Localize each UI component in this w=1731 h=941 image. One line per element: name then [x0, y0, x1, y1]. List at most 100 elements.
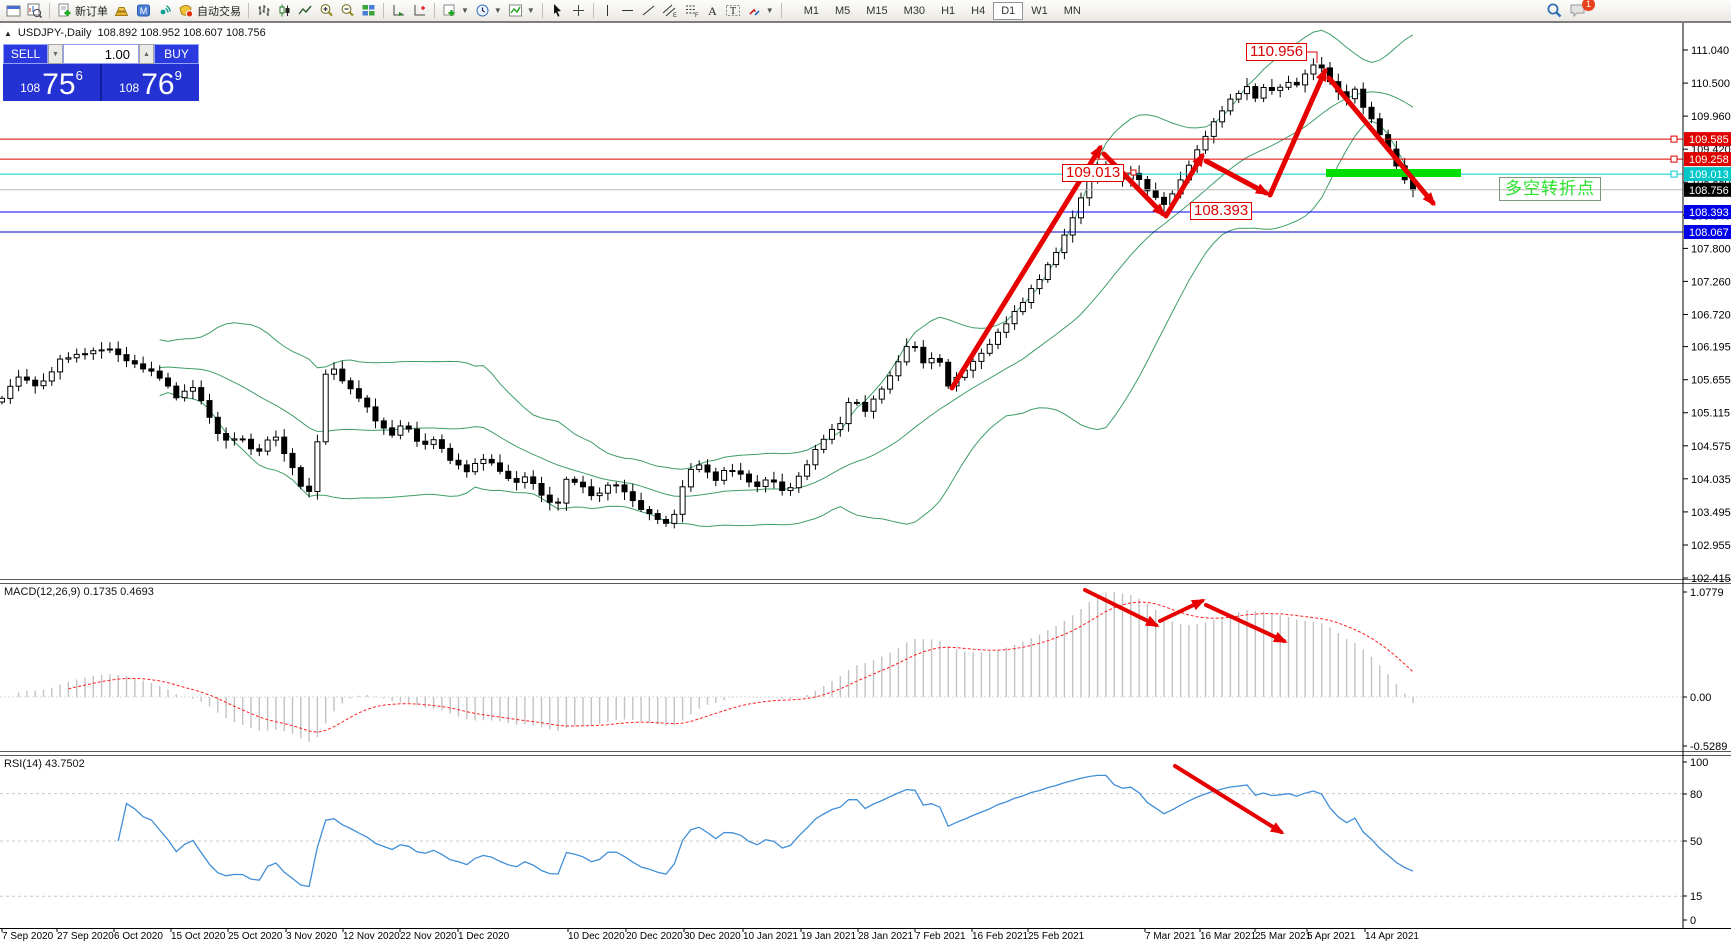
svg-text:22 Nov 2020: 22 Nov 2020 [400, 931, 457, 941]
svg-text:108.067: 108.067 [1689, 227, 1729, 239]
text-label-tool[interactable]: T [722, 1, 744, 20]
new-order-label: 新订单 [75, 5, 108, 18]
period-button[interactable]: ▼ [472, 1, 505, 20]
svg-text:1 Dec 2020: 1 Dec 2020 [458, 931, 510, 941]
trendline-tool[interactable] [638, 1, 659, 20]
chart-title: ▲ USDJPY-,Daily 108.892 108.952 108.607 … [4, 27, 266, 39]
zoom-in-icon[interactable] [316, 1, 337, 20]
svg-text:110.500: 110.500 [1691, 78, 1730, 90]
volume-down-button[interactable]: ▼ [48, 44, 63, 64]
bollinger-mid [159, 91, 1414, 497]
gold-icon[interactable] [111, 1, 133, 20]
chart-canvas[interactable]: 111.040110.500109.960109.420108.880108.3… [0, 0, 1731, 941]
timeframe-W1[interactable]: W1 [1023, 2, 1056, 20]
svg-text:27 Sep 2020: 27 Sep 2020 [57, 931, 114, 941]
annotation-price-label[interactable]: 108.393 [1190, 202, 1253, 220]
separator [49, 3, 50, 18]
svg-text:-0.5289: -0.5289 [1690, 741, 1727, 753]
timeframe-toolbar: M1 M5 M15 M30 H1 H4 D1 W1 MN [796, 1, 1089, 20]
horizontal-line-tool[interactable] [617, 1, 638, 20]
timeframe-MN[interactable]: MN [1056, 2, 1089, 20]
chevron-down-icon: ▼ [461, 6, 469, 15]
svg-text:15 Oct 2020: 15 Oct 2020 [171, 931, 226, 941]
timeframe-M5[interactable]: M5 [827, 2, 858, 20]
channel-tool[interactable]: E [659, 1, 681, 20]
svg-text:20 Dec 2020: 20 Dec 2020 [626, 931, 683, 941]
zoom-out-icon[interactable] [337, 1, 358, 20]
trend-arrow[interactable] [1326, 75, 1436, 207]
vertical-line-tool[interactable] [598, 1, 617, 20]
timeframe-M15[interactable]: M15 [858, 2, 895, 20]
new-order-button[interactable]: 新订单 [54, 1, 111, 20]
green-highlight-bar[interactable] [1326, 169, 1461, 177]
separator [383, 3, 384, 18]
timeframe-H4[interactable]: H4 [963, 2, 993, 20]
new-chart-button[interactable]: ▼ [439, 1, 472, 20]
chart-preview-icon[interactable] [24, 1, 45, 20]
line-handle[interactable] [1670, 170, 1678, 178]
tile-windows-icon[interactable] [358, 1, 379, 20]
svg-text:50: 50 [1690, 836, 1702, 848]
text-tool[interactable]: A [703, 1, 722, 20]
notifications-icon[interactable]: 1 [1569, 0, 1595, 19]
bollinger-lo [159, 120, 1414, 528]
svg-text:E: E [673, 13, 677, 18]
svg-text:25 Mar 2021: 25 Mar 2021 [1255, 931, 1312, 941]
collapse-icon[interactable]: ▲ [4, 29, 12, 38]
turning-point-label[interactable]: 多空转折点 [1499, 177, 1601, 201]
svg-text:M: M [140, 6, 148, 16]
bar-chart-icon[interactable] [253, 1, 274, 20]
window-icon[interactable] [3, 1, 24, 20]
sell-button[interactable]: SELL [3, 44, 48, 64]
buy-price[interactable]: 108 76 9 [102, 64, 199, 101]
separator [434, 3, 435, 18]
search-icon[interactable] [1546, 2, 1563, 19]
cursor-tool[interactable] [547, 1, 568, 20]
timeframe-D1[interactable]: D1 [993, 1, 1024, 20]
chart-shift-icon[interactable] [409, 1, 430, 20]
svg-text:12 Nov 2020: 12 Nov 2020 [343, 931, 400, 941]
line-handle[interactable] [1670, 155, 1678, 163]
svg-text:30 Dec 2020: 30 Dec 2020 [684, 931, 741, 941]
chart-ohlc: 108.892 108.952 108.607 108.756 [97, 27, 266, 39]
line-chart-icon[interactable] [295, 1, 316, 20]
fibonacci-tool[interactable]: F [681, 1, 703, 20]
separator [541, 3, 543, 18]
crosshair-tool[interactable] [568, 1, 589, 20]
svg-text:28 Jan 2021: 28 Jan 2021 [858, 931, 913, 941]
volume-up-button[interactable]: ▲ [139, 44, 154, 64]
indicators-button[interactable]: ▼ [505, 1, 538, 20]
autoscroll-icon[interactable] [388, 1, 409, 20]
macd-signal-line [68, 601, 1414, 733]
arrows-tool[interactable]: ▼ [744, 1, 777, 20]
trend-arrow[interactable] [949, 144, 1103, 391]
annotation-price-label[interactable]: 109.013 [1062, 164, 1125, 182]
svg-text:107.260: 107.260 [1691, 276, 1731, 288]
mql-community-icon[interactable]: M [133, 1, 154, 20]
svg-text:T: T [730, 6, 736, 17]
autotrade-button[interactable]: 自动交易 [175, 1, 244, 20]
sell-price[interactable]: 108 75 6 [3, 64, 100, 101]
trend-arrow[interactable] [1158, 599, 1206, 623]
signals-icon[interactable] [154, 1, 175, 20]
buy-button[interactable]: BUY [154, 44, 199, 64]
svg-text:25 Feb 2021: 25 Feb 2021 [1028, 931, 1085, 941]
timeframe-M1[interactable]: M1 [796, 2, 827, 20]
svg-text:102.955: 102.955 [1691, 540, 1731, 552]
trend-arrow[interactable] [1083, 588, 1160, 627]
annotation-price-label[interactable]: 110.956 [1246, 43, 1308, 61]
timeframe-M30[interactable]: M30 [896, 2, 933, 20]
one-click-trade-panel: SELL ▼ 1.00 ▲ BUY 108 75 6 108 76 9 [3, 44, 199, 101]
trend-arrow[interactable] [1101, 151, 1166, 217]
trend-arrow[interactable] [1173, 764, 1285, 835]
candlestick-chart-icon[interactable] [274, 1, 295, 20]
timeframe-H1[interactable]: H1 [933, 2, 963, 20]
line-handle[interactable] [1670, 135, 1678, 143]
buy-price-pips: 76 [141, 68, 175, 101]
chevron-down-icon: ▼ [765, 6, 774, 15]
volume-input[interactable]: 1.00 [63, 44, 139, 64]
svg-text:109.258: 109.258 [1689, 154, 1729, 166]
svg-text:102.415: 102.415 [1691, 573, 1731, 585]
svg-text:3 Nov 2020: 3 Nov 2020 [286, 931, 338, 941]
trend-arrow[interactable] [1203, 158, 1270, 196]
